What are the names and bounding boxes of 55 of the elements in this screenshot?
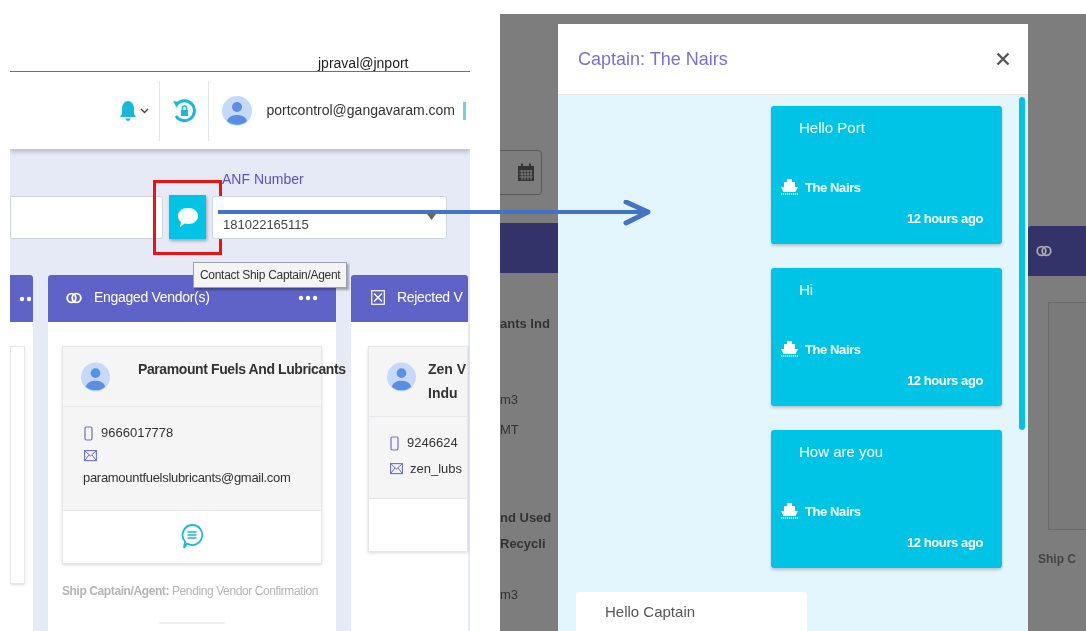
anf-label: ANF Number (221, 170, 305, 189)
vendor-name: Paramount Fuels And Lubricants (138, 360, 346, 379)
message-text: Hello Captain (605, 603, 696, 620)
user-label: jpraval@jnport (318, 56, 409, 70)
edge-marker (463, 101, 466, 120)
message-text: Hello Port (798, 118, 866, 138)
mobile-phone-icon (390, 435, 399, 451)
vendor-status: Ship Captain/Agent: Pending Vendor Confirmation (62, 583, 319, 600)
background-text: m3 (500, 391, 519, 409)
background-text: ants Ind (500, 315, 550, 333)
anf-number-dropdown[interactable]: 181022165115 (212, 195, 447, 239)
more-options-icon[interactable] (19, 295, 31, 302)
message-time: 12 hours ago (906, 372, 983, 390)
ship-icon (780, 340, 799, 359)
column-title: Rejected V (397, 288, 463, 307)
ship-icon (780, 178, 799, 197)
background-text: m3 (500, 586, 519, 604)
vendor-email: zen_lubs (410, 460, 463, 478)
vendor-name: Zen V Indu (428, 360, 468, 403)
tooltip: Contact Ship Captain/Agent (193, 262, 348, 288)
background-text: MT (500, 421, 519, 439)
caret-icon[interactable] (140, 107, 150, 114)
dialog-title: Captain: The Nairs (578, 47, 728, 71)
text-input-field[interactable] (10, 195, 163, 239)
column-header (500, 223, 558, 273)
message-text: Hi (798, 280, 815, 300)
dropdown-caret-icon[interactable] (427, 214, 436, 220)
envelope-icon (390, 462, 403, 476)
message-text: How are you (798, 442, 885, 462)
message-time: 12 hours ago (906, 534, 983, 552)
message-time: 12 hours ago (906, 210, 983, 228)
background-text: Recycli (500, 535, 546, 553)
reset-password-icon[interactable] (172, 97, 197, 124)
vendor-email: paramountfuelslubricants@gmail.com (83, 469, 291, 487)
message-sender: The Nairs (805, 340, 861, 359)
ship-icon (780, 502, 799, 521)
calendar-icon (517, 163, 535, 182)
background-text: nd Used (500, 509, 552, 527)
linked-rings-icon (66, 291, 82, 304)
envelope-icon (84, 449, 97, 462)
vendor-phone: 9666017778 (101, 424, 174, 443)
vendor-phone: 9246624 (407, 434, 458, 453)
linked-rings-icon (1036, 245, 1052, 257)
contact-captain-button[interactable] (169, 195, 206, 239)
user-email[interactable]: portcontrol@gangavaram.com (266, 100, 455, 121)
background-text: Ship C (1038, 551, 1076, 568)
message-sender: The Nairs (805, 178, 861, 197)
speech-bubble-icon (175, 206, 200, 228)
close-icon[interactable] (996, 52, 1010, 66)
x-box-icon (371, 290, 385, 305)
message-sender: The Nairs (805, 502, 861, 521)
column-title: Engaged Vendor(s) (94, 288, 210, 307)
mobile-phone-icon (84, 425, 93, 441)
scrollbar-thumb[interactable] (1019, 97, 1025, 430)
more-options-icon[interactable] (298, 295, 318, 301)
